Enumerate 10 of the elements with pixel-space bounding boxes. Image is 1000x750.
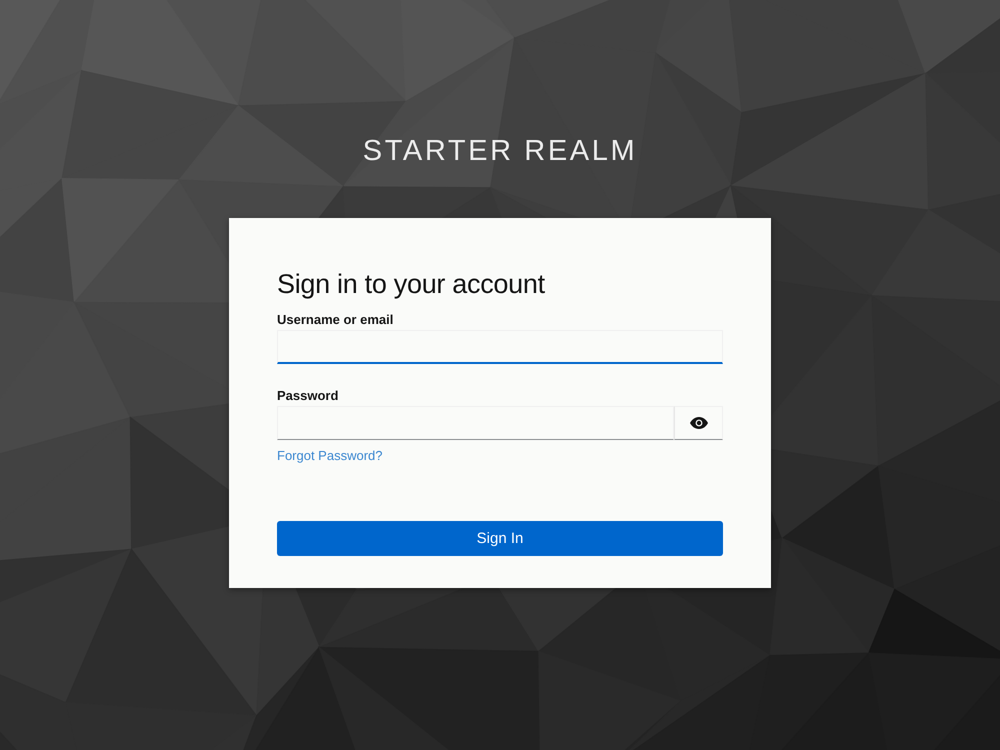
sign-in-button[interactable]: Sign In <box>277 521 723 556</box>
eye-icon <box>690 417 708 429</box>
input-field[interactable] <box>277 330 723 364</box>
field-label: Password <box>277 388 340 404</box>
realm-title: STARTER REALM <box>362 134 638 168</box>
show-password-button[interactable] <box>674 406 723 440</box>
password-field[interactable] <box>277 406 674 440</box>
forgot-password-link[interactable]: Forgot Password? <box>277 448 382 464</box>
field-label: Username or email <box>277 312 394 328</box>
card-heading: Sign in to your account <box>277 268 546 300</box>
